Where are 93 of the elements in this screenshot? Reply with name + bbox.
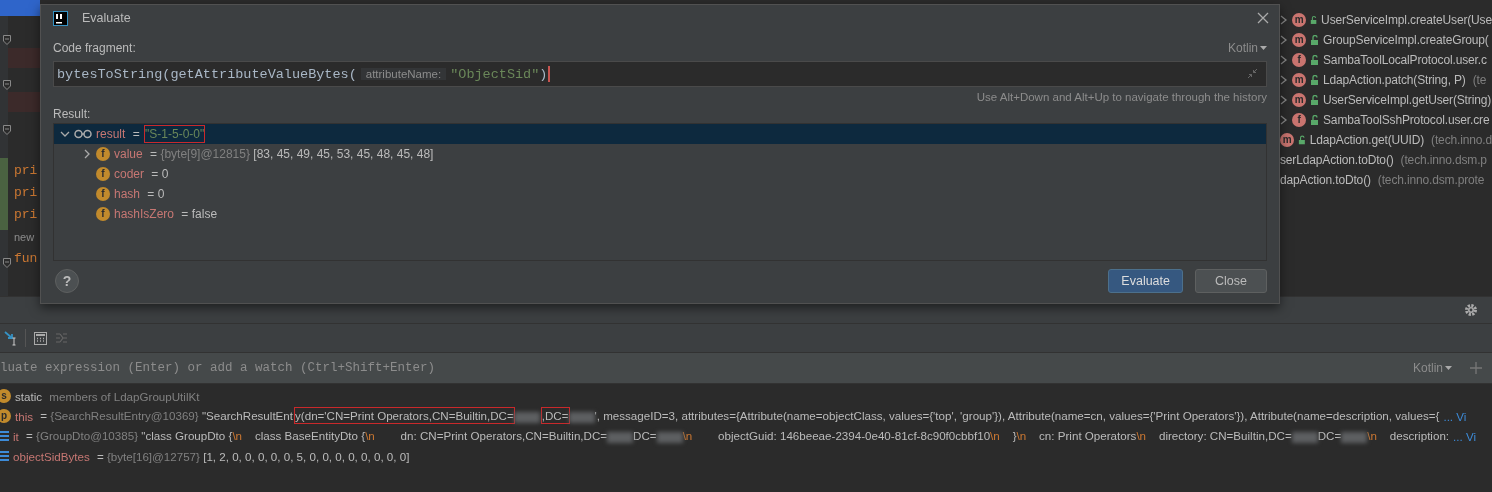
- variable-name: static: [15, 389, 43, 403]
- result-label: Result:: [53, 107, 92, 121]
- value-text: = 0: [146, 187, 165, 201]
- code-text: pri: [14, 184, 38, 202]
- fold-icon[interactable]: [3, 125, 11, 135]
- variable-badge: s: [0, 389, 11, 403]
- fold-icon[interactable]: [3, 80, 11, 90]
- tree-node[interactable]: f hashIsZero = false: [54, 204, 1266, 224]
- variable-name: hashIsZero: [114, 207, 175, 221]
- member-badge: m: [1292, 73, 1306, 87]
- member-badge: m: [1292, 33, 1306, 47]
- code-text: fun: [14, 250, 38, 268]
- fold-icon[interactable]: [3, 35, 11, 45]
- window-title: Evaluate: [82, 11, 131, 25]
- collapsed-icon[interactable]: [82, 149, 92, 159]
- code-text: pri: [14, 206, 38, 224]
- lock-icon: [1310, 95, 1319, 105]
- tree-node[interactable]: f hash = 0: [54, 184, 1266, 204]
- add-icon[interactable]: [1470, 362, 1482, 374]
- variable-name: result: [96, 127, 126, 141]
- member-badge: f: [1292, 113, 1306, 127]
- close-icon[interactable]: [1257, 12, 1269, 24]
- lock-icon: [1310, 35, 1319, 45]
- field-badge: f: [96, 147, 110, 161]
- expanded-icon[interactable]: [60, 129, 70, 139]
- field-badge: f: [96, 187, 110, 201]
- collapse-icon[interactable]: [1247, 68, 1258, 79]
- value-text: = false: [180, 207, 218, 221]
- tree-node[interactable]: f coder = 0: [54, 164, 1266, 184]
- value-text: = "S-1-5-0-0": [131, 127, 205, 141]
- settings-icon[interactable]: [1464, 303, 1478, 317]
- member-badge: m: [1280, 133, 1294, 147]
- member-badge: m: [1292, 93, 1306, 107]
- value-text: = {GroupDto@10385} "class GroupDto {\n class BaseEntityDto {\n dn: CN=Print Operators,CN=Builtin,DC= DC= \n objectGuid: 146beeae-2394-0e40-81cf-8c90f0cbbf10\n }\n cn: Print Operators\n directory: CN=Builtin,DC= DC= \n description:: [25, 429, 1450, 443]
- call-item[interactable]: m GroupServiceImpl.createGroup(: [1280, 30, 1492, 50]
- tree-node[interactable]: f value = {byte[9]@12815} [83, 45, 49, 45, 53, 45, 48, 45, 48]: [54, 144, 1266, 164]
- dialog-button[interactable]: Evaluate: [1108, 269, 1183, 293]
- code-text: new: [14, 230, 36, 245]
- value-text: members of LdapGroupUtilKt: [48, 389, 200, 403]
- variable-name: value: [114, 147, 143, 161]
- fold-icon[interactable]: [3, 258, 11, 268]
- call-item[interactable]: f SambaToolSshProtocol.user.cre: [1280, 110, 1492, 130]
- call-item[interactable]: m UserServiceImpl.createUser(Use: [1280, 10, 1492, 30]
- variable-name: it: [13, 429, 19, 443]
- chevron-icon[interactable]: [1280, 55, 1288, 65]
- variable-name: coder: [114, 167, 145, 181]
- list-icon: [0, 430, 9, 442]
- field-label: Code fragment:: [53, 41, 136, 55]
- value-text: = {byte[16]@12757} [1, 2, 0, 0, 0, 0, 0, 5, 0, 0, 0, 0, 0, 0, 0, 0]: [95, 449, 410, 463]
- value-text: = {byte[9]@12815} [83, 45, 49, 45, 53, 45, 48, 45, 48]: [149, 147, 434, 161]
- call-item[interactable]: f SambaToolLocalProtocol.user.c: [1280, 50, 1492, 70]
- call-item[interactable]: serLdapAction.toDto() (tech.inno.dsm.p: [1280, 150, 1492, 170]
- variable-name: objectSidBytes: [13, 449, 90, 463]
- field-badge: f: [96, 207, 110, 221]
- lock-icon: [1310, 75, 1319, 85]
- lock-icon: [1310, 115, 1319, 125]
- chevron-icon[interactable]: [1280, 75, 1288, 85]
- call-item[interactable]: m LdapAction.patch(String, P) (te: [1280, 70, 1492, 90]
- lock-icon: [1310, 55, 1319, 65]
- call-item[interactable]: m UserServiceImpl.getUser(String): [1280, 90, 1492, 110]
- calculator-icon[interactable]: [34, 331, 47, 345]
- lock-icon: [1310, 15, 1318, 25]
- call-item[interactable]: m LdapAction.get(UUID) (tech.inno.d: [1280, 130, 1492, 150]
- history-hint: Use Alt+Down and Alt+Up to navigate through the history: [976, 91, 1267, 103]
- value-text: = {SearchResultEntry@10369} "SearchResultEnt y(dn='CN=Print Operators,CN=Builtin,DC= ,DC= ', messageID=3, attributes={Attribute(name=objectClass, values={'top', 'group'}), Attribute(name=cn, values={'Print Operators'}), Attribute(name=description, values={: [39, 409, 1440, 423]
- tree-node[interactable]: result = "S-1-5-0-0": [54, 124, 1266, 144]
- chevron-icon[interactable]: [1280, 115, 1288, 125]
- chevron-icon[interactable]: [1280, 35, 1288, 45]
- lock-icon: [1298, 135, 1306, 145]
- change-marker: [0, 158, 8, 230]
- step-into-icon[interactable]: [4, 330, 17, 346]
- help-button[interactable]: ?: [55, 269, 79, 293]
- glasses-icon: [74, 129, 92, 139]
- member-badge: f: [1292, 53, 1306, 67]
- variable-name: this: [15, 409, 34, 423]
- caret-icon: [1445, 366, 1452, 370]
- variable-name: hash: [114, 187, 141, 201]
- code-field[interactable]: bytesToString(getAttributeValueBytes( attributeName: "ObjectSid"): [53, 61, 1267, 87]
- member-badge: m: [1292, 13, 1306, 27]
- field-badge: f: [96, 167, 110, 181]
- list-icon: [0, 450, 9, 462]
- call-item[interactable]: dapAction.toDto() (tech.inno.dsm.prote: [1280, 170, 1492, 190]
- dialog-button[interactable]: Close: [1195, 269, 1267, 293]
- language-dropdown[interactable]: Kotlin: [1227, 41, 1267, 55]
- value-text: = 0: [150, 167, 169, 181]
- caret-icon: [1260, 46, 1267, 50]
- view-link[interactable]: ... Vi: [1443, 409, 1467, 423]
- variable-badge: p: [0, 409, 11, 423]
- view-link[interactable]: ... Vi: [1453, 429, 1477, 443]
- code-text: pri: [14, 162, 38, 180]
- app-logo-icon: [53, 10, 68, 26]
- chevron-icon[interactable]: [1280, 95, 1288, 105]
- chevron-icon[interactable]: [1280, 15, 1288, 25]
